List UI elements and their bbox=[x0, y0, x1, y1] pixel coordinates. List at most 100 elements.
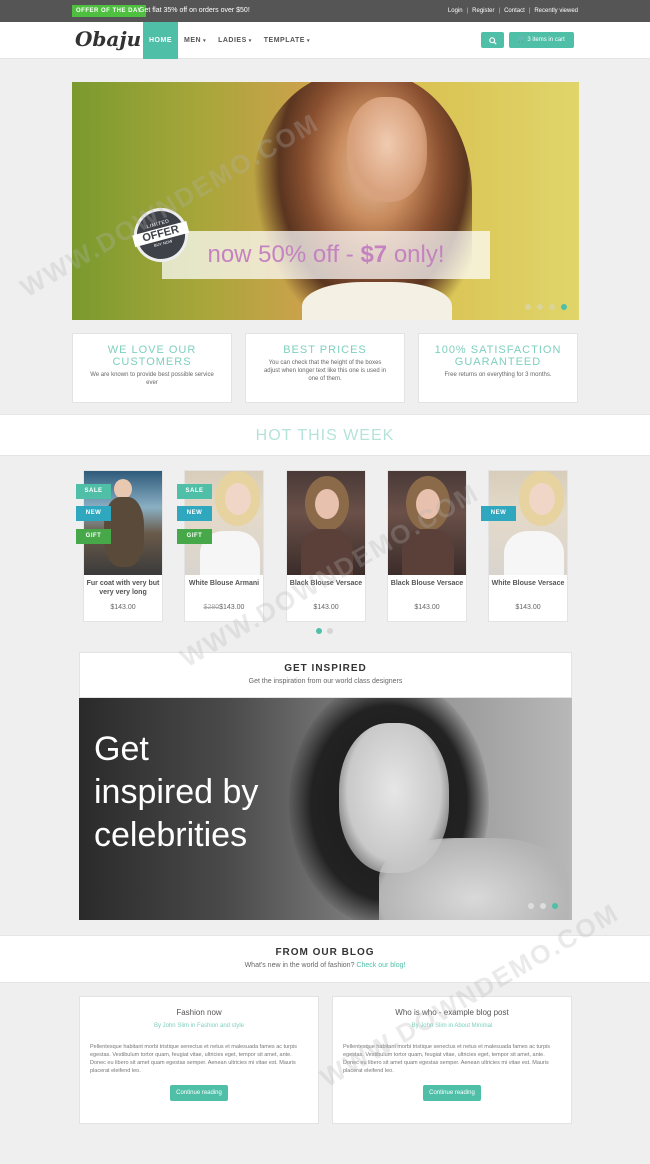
post-title[interactable]: Fashion now bbox=[80, 1008, 318, 1017]
nav-item-ladies[interactable]: LADIES ▾ bbox=[212, 22, 258, 59]
site-logo[interactable]: Obaju bbox=[75, 27, 141, 51]
product-name[interactable]: Fur coat with very but very very long bbox=[84, 579, 162, 597]
slider-dot[interactable] bbox=[540, 903, 546, 909]
nav-menu: HOME MEN ▾ LADIES ▾ TEMPLATE ▾ bbox=[143, 22, 316, 59]
product-card[interactable]: SALE NEW GIFT White Blouse Armani $280$1… bbox=[177, 470, 264, 622]
post-excerpt: Pellentesque habitant morbi tristique se… bbox=[90, 1044, 297, 1074]
slider-dot[interactable] bbox=[537, 304, 543, 310]
hero-headline: now 50% off - $7 only! bbox=[162, 231, 490, 279]
product-image-face bbox=[315, 489, 339, 519]
hero-image-face bbox=[347, 97, 427, 202]
product-image-face bbox=[114, 479, 132, 499]
slider-dot-active[interactable] bbox=[561, 304, 567, 310]
feature-box-satisfaction: 100% SATISFACTION GUARANTEED Free return… bbox=[418, 333, 578, 403]
nav-item-template[interactable]: TEMPLATE ▾ bbox=[258, 22, 316, 59]
product-image[interactable] bbox=[489, 471, 567, 575]
product-price: $143.00 bbox=[388, 604, 466, 611]
carousel-dot[interactable] bbox=[327, 628, 333, 634]
product-carousel-dots bbox=[316, 628, 333, 634]
chevron-down-icon: ▾ bbox=[203, 38, 207, 44]
hero-text-pre: now 50% off - bbox=[207, 241, 361, 268]
product-name[interactable]: Black Blouse Versace bbox=[287, 579, 365, 588]
continue-reading-button[interactable]: Continue reading bbox=[423, 1085, 481, 1101]
offer-badge[interactable]: OFFER OF THE DAY bbox=[72, 5, 146, 17]
hero-text-post: only! bbox=[387, 241, 445, 268]
login-link[interactable]: Login bbox=[448, 5, 463, 17]
price-current: $143.00 bbox=[110, 604, 136, 611]
blog-post-card: Who is who - example blog post By John S… bbox=[332, 996, 572, 1124]
nav-item-label: HOME bbox=[149, 37, 172, 44]
slider-dot[interactable] bbox=[528, 903, 534, 909]
hero-banner: now 50% off - $7 only! bbox=[162, 231, 490, 279]
product-price: $143.00 bbox=[489, 604, 567, 611]
section-subtitle: Get the inspiration from our world class… bbox=[248, 678, 403, 685]
new-ribbon: NEW bbox=[177, 506, 212, 521]
inspired-image-face bbox=[339, 723, 449, 873]
product-name[interactable]: Black Blouse Versace bbox=[388, 579, 466, 588]
contact-link[interactable]: Contact bbox=[504, 5, 525, 17]
product-card[interactable]: SALE NEW GIFT Fur coat with very but ver… bbox=[76, 470, 163, 622]
price-current: $143.00 bbox=[313, 604, 339, 611]
feature-title: WE LOVE OUR CUSTOMERS bbox=[107, 344, 197, 368]
product-name[interactable]: White Blouse Armani bbox=[185, 579, 263, 588]
divider: | bbox=[498, 8, 501, 14]
product-price: $143.00 bbox=[84, 604, 162, 611]
register-link[interactable]: Register bbox=[472, 5, 494, 17]
feature-description: You can check that the height of the box… bbox=[263, 360, 387, 382]
post-title[interactable]: Who is who - example blog post bbox=[333, 1008, 571, 1017]
post-byline[interactable]: By John Slim in About Minimal bbox=[333, 1023, 571, 1029]
chevron-down-icon: ▾ bbox=[248, 38, 252, 44]
continue-reading-button[interactable]: Continue reading bbox=[170, 1085, 228, 1101]
slider-dot-active[interactable] bbox=[552, 903, 558, 909]
nav-item-home[interactable]: HOME bbox=[143, 22, 178, 59]
cart-button[interactable]: 🛒 3 items in cart bbox=[509, 32, 574, 48]
product-price: $143.00 bbox=[287, 604, 365, 611]
price-current: $143.00 bbox=[219, 604, 245, 611]
top-bar: OFFER OF THE DAY Get flat 35% off on ord… bbox=[0, 0, 650, 22]
product-image[interactable] bbox=[287, 471, 365, 575]
product-name[interactable]: White Blouse Versace bbox=[489, 579, 567, 588]
product-image-blouse bbox=[301, 529, 353, 575]
nav-item-label: TEMPLATE bbox=[263, 37, 305, 44]
product-image-face bbox=[529, 483, 555, 515]
slider-dot[interactable] bbox=[549, 304, 555, 310]
price-old: $280 bbox=[203, 604, 220, 611]
blog-link[interactable]: Check our blog! bbox=[356, 962, 405, 969]
product-card[interactable]: Black Blouse Versace $143.00 bbox=[286, 470, 366, 622]
feature-title: 100% SATISFACTION GUARANTEED bbox=[434, 344, 562, 368]
feature-description: Free returns on everything for 3 months. bbox=[444, 372, 552, 378]
search-button[interactable] bbox=[481, 32, 504, 48]
slider-dot[interactable] bbox=[525, 304, 531, 310]
price-current: $143.00 bbox=[414, 604, 440, 611]
product-image-face bbox=[225, 483, 251, 515]
carousel-dot-active[interactable] bbox=[316, 628, 322, 634]
product-image-blouse bbox=[402, 529, 454, 575]
search-icon bbox=[488, 37, 497, 45]
slider-dots bbox=[528, 903, 558, 909]
nav-item-men[interactable]: MEN ▾ bbox=[178, 22, 212, 59]
slider-dots bbox=[525, 304, 567, 310]
new-ribbon: NEW bbox=[481, 506, 516, 521]
product-image-face bbox=[416, 489, 440, 519]
gift-ribbon: GIFT bbox=[76, 529, 111, 544]
main-navbar: Obaju HOME MEN ▾ LADIES ▾ TEMPLATE ▾ 🛒 3 it… bbox=[0, 22, 650, 59]
divider: | bbox=[466, 8, 469, 14]
divider: | bbox=[528, 8, 531, 14]
chevron-down-icon: ▾ bbox=[306, 38, 310, 44]
from-our-blog-bar: FROM OUR BLOG What's new in the world of… bbox=[0, 935, 650, 983]
gift-ribbon: GIFT bbox=[177, 529, 212, 544]
recently-viewed-link[interactable]: Recently viewed bbox=[534, 5, 578, 17]
feature-title: BEST PRICES bbox=[283, 344, 367, 356]
hero-price: $7 bbox=[360, 241, 388, 268]
product-image[interactable] bbox=[388, 471, 466, 575]
product-card[interactable]: Black Blouse Versace $143.00 bbox=[387, 470, 467, 622]
hero-slider[interactable]: now 50% off - $7 only! LIMITED OFFER BUY… bbox=[72, 82, 579, 320]
product-image-shirt bbox=[504, 531, 564, 575]
get-inspired-header: GET INSPIRED Get the inspiration from ou… bbox=[79, 652, 572, 698]
top-links: Login | Register | Contact | Recently vi… bbox=[448, 5, 578, 17]
product-card[interactable]: NEW White Blouse Versace $143.00 bbox=[481, 470, 568, 622]
section-title: HOT THIS WEEK bbox=[255, 427, 395, 444]
post-byline[interactable]: By John Slim in Fashion and style bbox=[80, 1023, 318, 1029]
inspired-slider[interactable]: Get inspired by celebrities bbox=[79, 698, 572, 920]
sale-ribbon: SALE bbox=[177, 484, 212, 499]
